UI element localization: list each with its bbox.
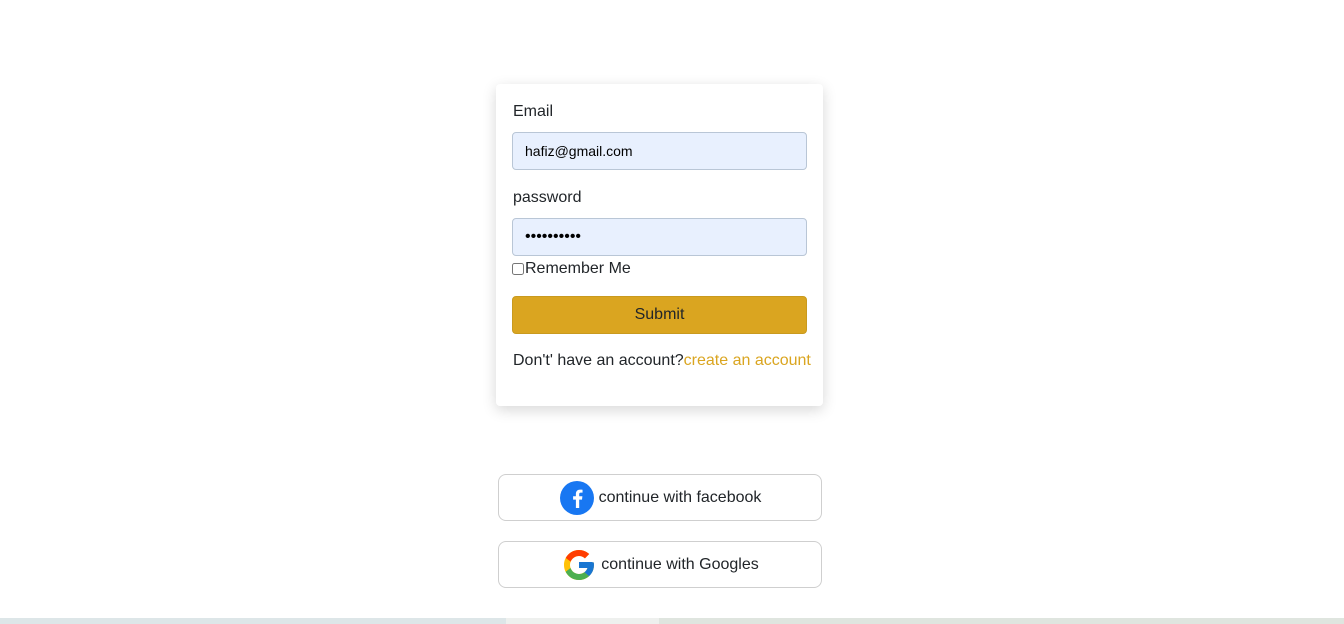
signup-prompt: Don't' have an account? <box>513 352 684 369</box>
bottom-strip <box>0 618 1344 624</box>
login-card: Email password Remember Me Submit Don't'… <box>496 84 823 406</box>
create-account-link[interactable]: create an account <box>684 352 811 369</box>
google-icon <box>561 547 597 583</box>
google-login-button[interactable]: continue with Googles <box>498 541 822 588</box>
facebook-login-label: continue with facebook <box>598 488 762 506</box>
google-login-label: continue with Googles <box>601 555 759 573</box>
email-field[interactable] <box>512 132 807 170</box>
facebook-icon <box>559 480 595 516</box>
facebook-login-button[interactable]: continue with facebook <box>498 474 822 521</box>
remember-me-label: Remember Me <box>525 260 631 277</box>
password-label: password <box>513 189 582 206</box>
login-page: Email password Remember Me Submit Don't'… <box>0 0 1344 624</box>
signup-row: Don't' have an account?create an account <box>513 352 811 370</box>
remember-me[interactable]: Remember Me <box>512 260 631 278</box>
password-field[interactable] <box>512 218 807 256</box>
remember-me-checkbox[interactable] <box>512 263 524 275</box>
submit-button[interactable]: Submit <box>512 296 807 334</box>
email-label: Email <box>513 103 554 120</box>
